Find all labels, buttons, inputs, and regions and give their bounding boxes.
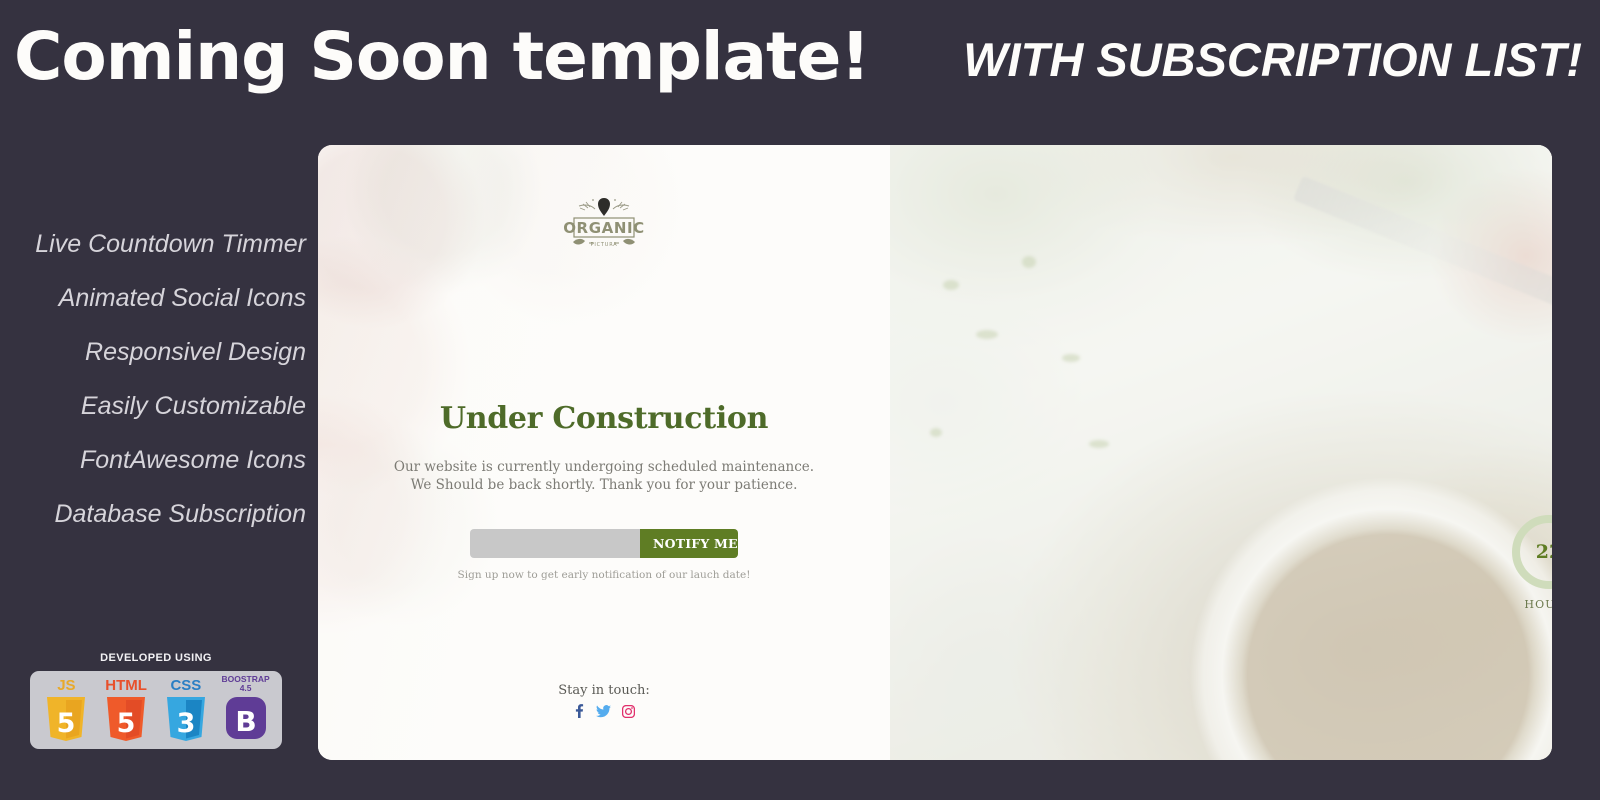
page-subtitle: WITH SUBSCRIPTION LIST! (963, 33, 1582, 86)
feature-item: Animated Social Icons (58, 284, 306, 312)
card-right-panel: 386 DAYS 22 HOURS 17 MINUTES (890, 145, 1552, 760)
tech-badge-strip: JS 5 HTML 5 CSS 3 BOOSTRAP 4.5 B (30, 671, 282, 749)
tech-badge-js: JS 5 (40, 678, 93, 741)
js-shield-icon: 5 (43, 695, 89, 741)
feature-item: Easily Customizable (80, 392, 306, 420)
svg-text:PICTURA: PICTURA (591, 242, 618, 248)
template-preview-card: ORGANIC PICTURA Under Construction Our w… (318, 145, 1552, 760)
email-input[interactable] (470, 529, 640, 559)
developed-using-block: DEVELOPED USING JS 5 HTML 5 CSS 3 BOOSTR… (30, 652, 282, 749)
page-header: Coming Soon template! WITH SUBSCRIPTION … (0, 0, 1600, 130)
notify-me-button[interactable]: NOTIFY ME! (640, 529, 738, 559)
bootstrap-icon: B (223, 695, 269, 741)
svg-text:3: 3 (176, 708, 195, 739)
tech-badge-js-label: JS (57, 677, 76, 694)
tech-badge-html: HTML 5 (100, 678, 153, 741)
card-left-panel: ORGANIC PICTURA Under Construction Our w… (318, 145, 890, 760)
feature-item: FontAwesome Icons (79, 446, 306, 474)
feature-list: Live Countdown Timmer Animated Social Ic… (0, 232, 312, 556)
svg-text:5: 5 (57, 708, 76, 739)
countdown-hours: 22 HOURS (1509, 512, 1552, 611)
facebook-icon[interactable] (573, 704, 585, 718)
right-panel-overlay (890, 145, 1552, 760)
countdown-hours-label: HOURS (1524, 598, 1552, 611)
svg-text:B: B (235, 705, 256, 738)
svg-text:5: 5 (117, 708, 136, 739)
twitter-icon[interactable] (596, 704, 611, 718)
developed-using-label: DEVELOPED USING (100, 652, 212, 664)
tech-badge-css-label: CSS (170, 677, 202, 694)
description-line-2: We Should be back shortly. Thank you for… (410, 477, 798, 494)
tech-badge-bootstrap-label: BOOSTRAP 4.5 (221, 674, 270, 694)
tech-badge-html-label: HTML (105, 677, 147, 694)
organic-logo: ORGANIC PICTURA (549, 190, 659, 252)
subscribe-form: NOTIFY ME! (470, 529, 738, 559)
stay-in-touch-label: Stay in touch: (558, 683, 650, 698)
feature-item: Database Subscription (54, 500, 306, 528)
instagram-icon[interactable] (622, 704, 635, 718)
stay-in-touch-block: Stay in touch: (318, 683, 890, 718)
tech-badge-css: CSS 3 (160, 678, 213, 741)
feature-item: Live Countdown Timmer (35, 230, 306, 258)
page-title: Coming Soon template! (14, 18, 870, 95)
under-construction-heading: Under Construction (439, 401, 769, 436)
under-construction-description: Our website is currently undergoing sche… (394, 458, 814, 494)
html5-shield-icon: 5 (103, 695, 149, 741)
svg-text:ORGANIC: ORGANIC (563, 219, 645, 237)
tech-badge-bootstrap: BOOSTRAP 4.5 B (219, 675, 272, 741)
signup-note: Sign up now to get early notification of… (457, 569, 751, 582)
feature-item: Responsivel Design (85, 338, 306, 366)
social-icon-row (318, 704, 890, 718)
countdown-hours-value: 22 (1535, 541, 1552, 563)
description-line-1: Our website is currently undergoing sche… (393, 459, 815, 475)
css3-shield-icon: 3 (163, 695, 209, 741)
